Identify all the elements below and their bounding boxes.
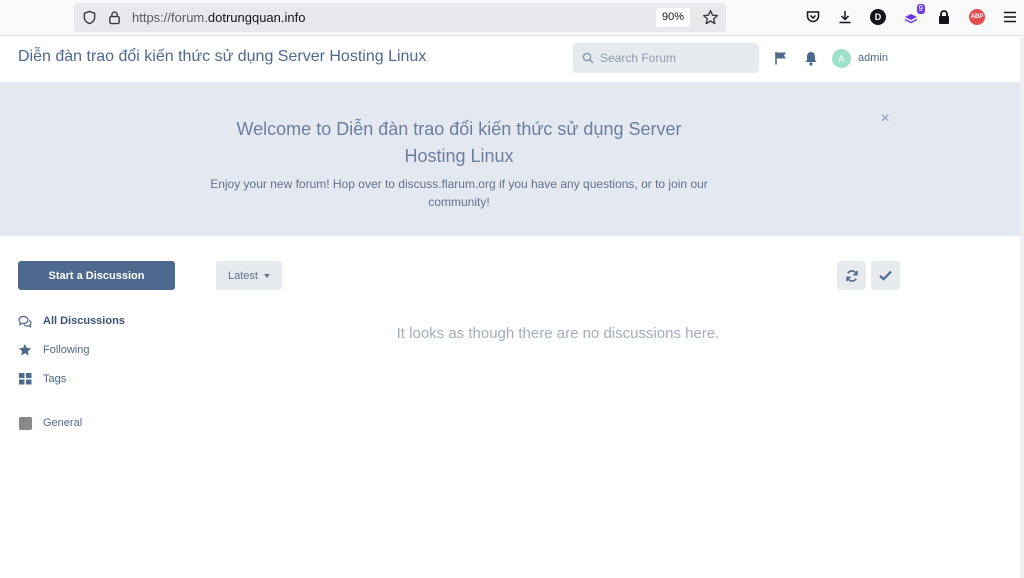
sidebar-item-label: General: [43, 417, 83, 429]
padlock-extension-icon[interactable]: [935, 8, 953, 26]
bell-icon[interactable]: [804, 51, 818, 66]
zoom-indicator[interactable]: 90%: [656, 8, 691, 27]
shield-icon[interactable]: [82, 10, 97, 25]
sidebar-item-tags[interactable]: Tags: [18, 371, 66, 387]
sidebar-item-all-discussions[interactable]: All Discussions: [18, 313, 125, 329]
scrollbar[interactable]: [1020, 37, 1024, 578]
abp-label: ABP: [969, 9, 985, 25]
start-discussion-button[interactable]: Start a Discussion: [18, 261, 175, 290]
download-icon[interactable]: [836, 8, 854, 26]
hamburger-menu-icon[interactable]: [1001, 8, 1019, 26]
extension-stack-icon[interactable]: 9: [902, 4, 925, 26]
grid-icon: [18, 372, 32, 386]
sidebar-item-label: All Discussions: [43, 315, 125, 327]
sidebar-item-label: Tags: [43, 373, 67, 385]
sidebar-item-following[interactable]: Following: [18, 342, 89, 358]
forum-header: Diễn đàn trao đổi kiến thức sử dụng Serv…: [0, 37, 1024, 80]
hero-text: Enjoy your new forum! Hop over to discus…: [210, 177, 708, 209]
url-domain: dotrungquan.info: [207, 10, 306, 25]
sort-dropdown[interactable]: Latest: [216, 261, 282, 290]
check-icon: [879, 270, 892, 281]
close-icon[interactable]: ×: [877, 111, 893, 127]
pocket-icon[interactable]: [804, 8, 822, 26]
address-bar[interactable]: https://forum.dotrungquan.info 90%: [74, 3, 726, 32]
empty-discussions-message: It looks as though there are no discussi…: [396, 325, 720, 342]
bookmark-star-icon[interactable]: [702, 9, 719, 26]
url-text[interactable]: https://forum.dotrungquan.info: [132, 10, 305, 25]
adblock-plus-icon[interactable]: ABP: [968, 8, 986, 26]
extension-badge: 9: [916, 4, 925, 14]
extension-d-label: D: [870, 9, 886, 25]
hero-title: Welcome to Diễn đàn trao đổi kiến thức s…: [236, 119, 682, 166]
avatar[interactable]: A: [832, 49, 851, 68]
star-icon: [18, 343, 32, 357]
extension-d-icon[interactable]: D: [869, 8, 887, 26]
refresh-icon: [845, 269, 858, 282]
search-icon: [582, 52, 594, 64]
search-placeholder: Search Forum: [600, 51, 677, 65]
forum-title[interactable]: Diễn đàn trao đổi kiến thức sử dụng Serv…: [18, 48, 426, 66]
sidebar-item-label: Following: [43, 344, 90, 356]
sidebar-item-general[interactable]: General: [18, 415, 82, 431]
sort-label: Latest: [228, 269, 258, 282]
caret-down-icon: [263, 273, 270, 278]
lock-icon[interactable]: [107, 10, 122, 25]
welcome-hero: Welcome to Diễn đàn trao đổi kiến thức s…: [0, 82, 1020, 236]
username[interactable]: admin: [858, 52, 888, 64]
tag-square-icon: [18, 416, 32, 430]
search-input[interactable]: Search Forum: [573, 43, 759, 73]
url-prefix: https://forum.: [132, 10, 208, 25]
flag-icon[interactable]: [774, 51, 788, 65]
refresh-button[interactable]: [837, 261, 866, 290]
mark-all-read-button[interactable]: [871, 261, 900, 290]
comments-icon: [18, 314, 32, 328]
browser-toolbar: https://forum.dotrungquan.info 90% D 9 A…: [0, 0, 1024, 36]
